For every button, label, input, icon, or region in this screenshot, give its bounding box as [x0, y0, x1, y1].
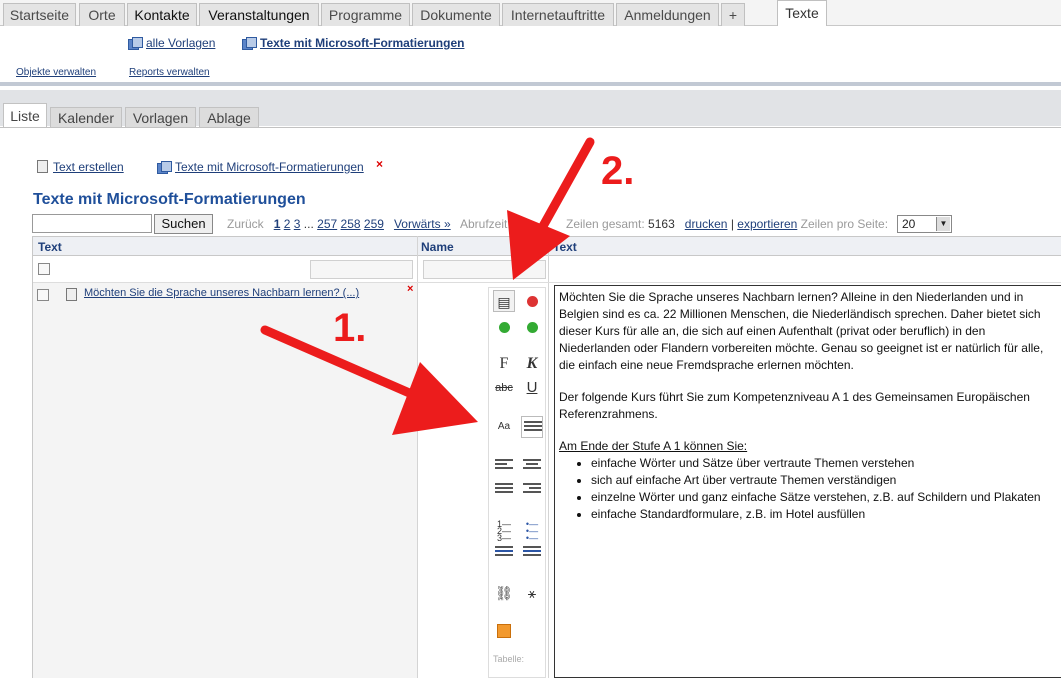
template-action-link[interactable]: Texte mit Microsoft-Formatierungen — [157, 160, 364, 174]
tab-add[interactable]: + — [721, 3, 745, 26]
page-3[interactable]: 3 — [294, 217, 301, 231]
unlink-icon[interactable]: ⚹ — [521, 582, 543, 604]
tab-ablage[interactable]: Ablage — [199, 107, 259, 127]
tab-orte[interactable]: Orte — [79, 3, 125, 26]
tab-liste[interactable]: Liste — [3, 103, 47, 128]
table-header: Text Name Text — [33, 236, 1061, 256]
rows-per-page-value: 20 — [902, 217, 916, 231]
templates-icon — [128, 37, 143, 50]
template-icon — [242, 37, 257, 50]
top-nav: Startseite Orte Kontakte Veranstaltungen… — [0, 0, 1061, 27]
list-item: einzelne Wörter und ganz einfache Sätze … — [591, 489, 1057, 506]
filter-input-name[interactable] — [423, 260, 546, 279]
annotation-label-1: 1. — [333, 306, 367, 350]
list-item: einfache Standardformulare, z.B. im Hote… — [591, 506, 1057, 523]
current-template-link[interactable]: Texte mit Microsoft-Formatierungen — [242, 36, 464, 50]
text-paragraph-1: Möchten Sie die Sprache unseres Nachbarn… — [559, 290, 1044, 372]
header-name[interactable]: Name — [421, 240, 454, 254]
tab-startseite[interactable]: Startseite — [3, 3, 76, 26]
tab-programme[interactable]: Programme — [321, 3, 410, 26]
align-justify-icon[interactable] — [493, 479, 515, 501]
row-title-link[interactable]: Möchten Sie die Sprache unseres Nachbarn… — [84, 287, 359, 299]
align-left-icon[interactable] — [493, 455, 515, 477]
tab-anmeldungen[interactable]: Anmeldungen — [616, 3, 719, 26]
row-checkbox[interactable] — [37, 289, 49, 301]
back-link[interactable]: Zurück — [227, 217, 264, 231]
link-icon[interactable]: ⛓ — [493, 582, 515, 604]
all-templates-link[interactable]: alle Vorlagen — [128, 36, 215, 50]
page-258[interactable]: 258 — [341, 217, 361, 231]
col-divider — [548, 236, 549, 678]
font-format-icon[interactable]: Aa — [493, 416, 515, 438]
tab-kontakte[interactable]: Kontakte — [127, 3, 197, 26]
text-editor[interactable]: Möchten Sie die Sprache unseres Nachbarn… — [554, 285, 1061, 678]
underline-icon[interactable]: U — [521, 377, 543, 399]
text-paragraph-2: Der folgende Kurs führt Sie zum Kompeten… — [559, 390, 1030, 421]
table-label: Tabelle: — [493, 654, 525, 664]
list-item: sich auf einfache Art über vertraute The… — [591, 472, 1057, 489]
pager-stats: Zeilen gesamt: 5163 drucken | exportiere… — [566, 217, 888, 231]
create-text-link[interactable]: Text erstellen — [37, 160, 124, 174]
manage-reports-link[interactable]: Reports verwalten — [129, 67, 210, 78]
list-heading: Am Ende der Stufe A 1 können Sie: — [559, 439, 748, 453]
tab-dokumente[interactable]: Dokumente — [412, 3, 500, 26]
tab-veranstaltungen[interactable]: Veranstaltungen — [199, 3, 319, 26]
tab-vorlagen[interactable]: Vorlagen — [125, 107, 196, 127]
page-title: Texte mit Microsoft-Formatierungen — [33, 191, 306, 208]
align-right-icon[interactable] — [521, 479, 543, 501]
goals-list: einfache Wörter und Sätze über vertraute… — [591, 455, 1057, 523]
save-icon[interactable]: ▤ — [493, 290, 515, 312]
tab-kalender[interactable]: Kalender — [50, 107, 122, 127]
undo-icon[interactable] — [493, 316, 515, 338]
annotation-label-2: 2. — [601, 149, 635, 193]
rows-total-value: 5163 — [648, 217, 675, 231]
sub-nav: alle Vorlagen Texte mit Microsoft-Format… — [0, 26, 1061, 86]
rows-per-page-label: Zeilen pro Seite: — [800, 217, 889, 231]
page-2[interactable]: 2 — [284, 217, 291, 231]
select-all-checkbox[interactable] — [38, 263, 50, 275]
header-text[interactable]: Text — [38, 240, 62, 254]
page-ellipsis: ... — [303, 217, 314, 231]
rows-total-label: Zeilen gesamt: — [566, 217, 645, 231]
page-257[interactable]: 257 — [317, 217, 337, 231]
forward-link[interactable]: Vorwärts » — [394, 217, 451, 231]
row-delete-icon[interactable]: × — [407, 283, 413, 295]
tab-internetauftritte[interactable]: Internetauftritte — [502, 3, 614, 26]
outdent-icon[interactable] — [493, 542, 515, 564]
remove-template-icon[interactable]: × — [376, 157, 383, 171]
tab-texte[interactable]: Texte — [777, 0, 827, 27]
search-input[interactable] — [32, 214, 152, 233]
search-button[interactable]: Suchen — [154, 214, 213, 234]
new-text-icon — [37, 160, 48, 173]
strikethrough-icon[interactable]: abc — [493, 377, 515, 399]
print-link[interactable]: drucken — [685, 217, 728, 231]
filter-row — [33, 256, 1061, 283]
col-divider — [417, 236, 418, 678]
pager-separator: | — [730, 217, 734, 231]
paragraph-format-icon[interactable] — [521, 416, 543, 438]
chevron-down-icon: ▼ — [936, 217, 950, 231]
align-center-icon[interactable] — [521, 455, 543, 477]
rows-per-page-select[interactable]: 20 ▼ — [897, 215, 952, 233]
text-record-icon — [66, 288, 77, 301]
manage-objects-link[interactable]: Objekte verwalten — [16, 67, 96, 78]
bullet-list-icon[interactable]: •— •— •— — [521, 518, 543, 543]
bold-icon[interactable]: F — [493, 353, 515, 375]
editor-toolbar: ▤ F K abc U Aa 1— 2— 3— •— •— •— ⛓ ⚹ — [488, 287, 546, 678]
list-item: einfache Wörter und Sätze über vertraute… — [591, 455, 1057, 472]
indent-icon[interactable] — [521, 542, 543, 564]
page-259[interactable]: 259 — [364, 217, 384, 231]
header-text-content[interactable]: Text — [553, 240, 577, 254]
object-icon[interactable] — [493, 620, 515, 642]
redo-icon[interactable] — [521, 316, 543, 338]
template-icon — [157, 161, 172, 174]
pagination: Zurück 1 2 3 ... 257 258 259 Vorwärts » … — [227, 217, 524, 231]
numbered-list-icon[interactable]: 1— 2— 3— — [493, 518, 515, 543]
export-link[interactable]: exportieren — [737, 217, 797, 231]
italic-icon[interactable]: K — [521, 353, 543, 375]
fetch-time-label: Abrufzeit: 0. — [460, 217, 525, 231]
filter-input-text[interactable] — [310, 260, 413, 279]
cancel-icon[interactable] — [521, 290, 543, 312]
page-1[interactable]: 1 — [274, 217, 281, 231]
